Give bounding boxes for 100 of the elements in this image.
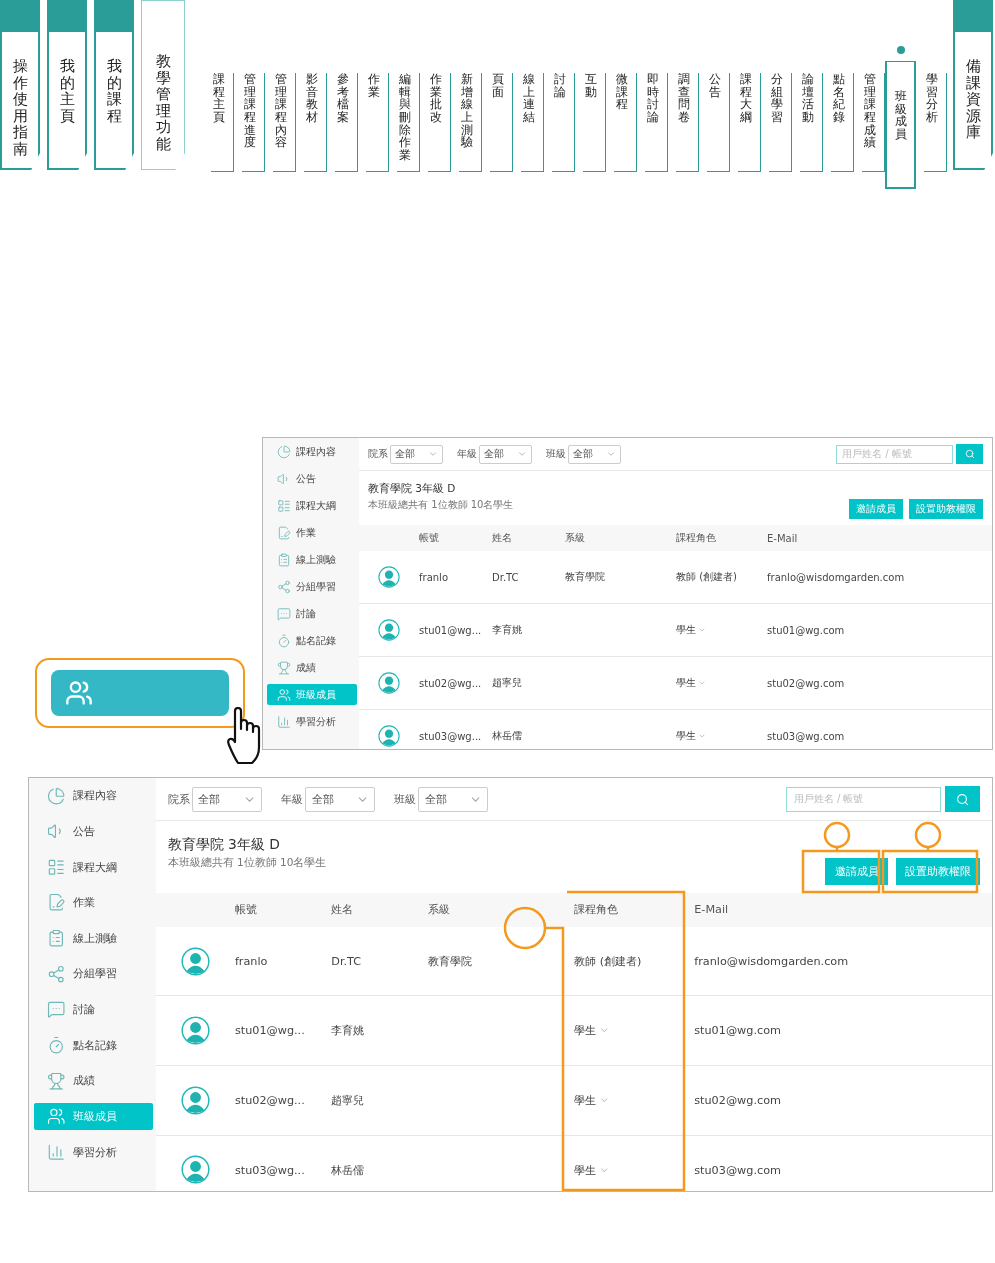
menu-item[interactable]: 頁面 <box>490 73 513 172</box>
sidebar-item[interactable]: 點名記錄 <box>267 630 357 651</box>
filter-dropdown[interactable]: 全部 <box>305 786 376 812</box>
sidebar-item[interactable]: 課程內容 <box>34 781 154 810</box>
menu-item-label: 新增線上測驗 <box>461 73 473 149</box>
filter-label: 院系 <box>368 447 388 461</box>
menu-item[interactable]: 編輯與刪除作業 <box>397 73 420 172</box>
role-dropdown[interactable]: 學生 <box>574 1092 610 1108</box>
people-icon <box>47 1107 66 1126</box>
filter-dropdown[interactable]: 全部 <box>192 786 263 812</box>
menu-item[interactable]: 作業批改 <box>428 73 451 172</box>
search-button[interactable] <box>956 444 983 464</box>
menu-item[interactable]: 公告 <box>707 73 730 172</box>
menu-item[interactable]: 管理課程進度 <box>242 73 265 172</box>
sidebar-item[interactable]: 學習分析 <box>34 1138 154 1166</box>
sidebar-item[interactable]: 線上測驗 <box>34 924 154 953</box>
name-cell: Dr.TC <box>492 571 519 583</box>
menu-item[interactable]: 管理課程內容 <box>273 73 296 172</box>
department-cell: 教育學院 <box>427 953 472 969</box>
filter-label: 年級 <box>280 791 303 807</box>
menu-item[interactable]: 線上連結 <box>521 73 544 172</box>
menu-item[interactable]: 分組學習 <box>769 73 792 172</box>
sidebar-item[interactable]: 學習分析 <box>267 711 357 732</box>
account-cell: franlo <box>419 571 448 583</box>
section-tab[interactable]: 我的課程 <box>94 0 134 170</box>
name-cell: 李育姚 <box>331 1023 365 1039</box>
section-tab[interactable]: 教學管理功能 <box>141 0 185 170</box>
column-header: 帳號 <box>419 531 440 545</box>
menu-item[interactable]: 參考檔案 <box>335 73 358 172</box>
menu-item[interactable]: 課程主頁 <box>211 73 234 172</box>
pie-chart-icon <box>47 786 66 806</box>
sidebar-item[interactable]: 成績 <box>267 657 357 678</box>
sidebar-item[interactable]: 成績 <box>34 1066 154 1095</box>
menu-item-label: 班級成員 <box>894 90 907 143</box>
search-icon <box>955 792 969 806</box>
section-tab[interactable]: 我的主頁 <box>47 0 87 170</box>
menu-item[interactable]: 互動 <box>583 73 606 172</box>
role-dropdown[interactable]: 學生 <box>676 676 706 690</box>
filter-dropdown[interactable]: 全部 <box>568 444 621 464</box>
search-button[interactable] <box>944 785 981 813</box>
menu-item[interactable]: 調查問卷 <box>676 73 699 172</box>
menu-item[interactable]: 作業 <box>366 73 389 172</box>
section-tab[interactable]: 備課資源庫 <box>953 0 993 170</box>
chevron-icon <box>698 626 706 634</box>
sidebar-item[interactable]: 公告 <box>34 817 154 846</box>
sidebar-item[interactable]: 公告 <box>267 468 357 489</box>
sidebar-item[interactable]: 課程大綱 <box>267 495 357 516</box>
section-label: 教學管理功能 <box>155 53 171 152</box>
sidebar-item[interactable]: 課程大綱 <box>34 853 154 881</box>
chevron-icon <box>428 449 438 459</box>
class-summary: 本班級總共有 1位教師 10名學生 <box>167 856 327 871</box>
filter-dropdown[interactable]: 全部 <box>479 444 532 464</box>
menu-item[interactable]: 討論 <box>552 73 575 172</box>
email-cell: stu02@wg.com <box>767 677 845 689</box>
tab-header-bar <box>94 0 134 32</box>
menu-item[interactable]: 論壇活動 <box>800 73 823 172</box>
filter-dropdown[interactable]: 全部 <box>390 444 443 464</box>
menu-item[interactable]: 點名紀錄 <box>831 73 854 172</box>
column-header: 課程角色 <box>574 902 620 918</box>
section-label: 操作使用指南 <box>12 58 28 157</box>
email-cell: stu03@wg.com <box>767 730 845 742</box>
menu-item[interactable]: 新增線上測驗 <box>459 73 482 172</box>
role-dropdown[interactable]: 學生 <box>676 623 706 637</box>
role-dropdown[interactable]: 學生 <box>574 1023 610 1039</box>
account-cell: stu02@wg... <box>419 677 482 689</box>
menu-item-label: 學習分析 <box>926 73 938 124</box>
name-cell: 林岳儒 <box>492 729 522 743</box>
account-cell: stu03@wg... <box>234 1163 305 1177</box>
sidebar-item[interactable]: 討論 <box>267 603 357 624</box>
menu-item[interactable]: 管理課程成績 <box>862 73 885 172</box>
filter-dropdown[interactable]: 全部 <box>418 786 489 812</box>
menu-item-label: 公告 <box>709 73 721 99</box>
sidebar-item[interactable]: 課程內容 <box>267 441 357 462</box>
chevron-icon <box>517 449 527 459</box>
menu-item[interactable]: 學習分析 <box>924 73 947 172</box>
menu-item[interactable]: 課程大綱 <box>738 73 761 172</box>
section-tab[interactable]: 操作使用指南 <box>0 0 40 170</box>
column-header: 系級 <box>427 902 451 918</box>
role-dropdown[interactable]: 學生 <box>574 1162 610 1178</box>
role-dropdown[interactable]: 學生 <box>676 729 706 743</box>
column-header: 姓名 <box>492 531 513 545</box>
department-cell: 教育學院 <box>565 570 605 584</box>
sidebar-item[interactable]: 分組學習 <box>267 576 357 597</box>
pie-chart-icon <box>277 444 291 459</box>
sidebar-item[interactable]: 討論 <box>34 995 154 1024</box>
sidebar-item[interactable]: 作業 <box>267 522 357 543</box>
class-title: 教育學院 3年級 D <box>368 482 457 496</box>
sidebar-item[interactable]: 分組學習 <box>34 960 154 988</box>
sidebar-item[interactable]: 線上測驗 <box>267 549 357 570</box>
section-label: 備課資源庫 <box>965 58 981 141</box>
menu-item[interactable]: 即時討論 <box>645 73 668 172</box>
menu-item-label: 課程大綱 <box>740 73 752 124</box>
list-icon <box>277 498 291 513</box>
menu-item[interactable]: 微課程 <box>614 73 637 172</box>
sidebar-item[interactable]: 點名記錄 <box>34 1031 154 1060</box>
name-cell: 李育姚 <box>492 623 522 637</box>
menu-item[interactable]: 影音教材 <box>304 73 327 172</box>
sidebar-item[interactable]: 作業 <box>34 888 154 917</box>
tab-header-bar <box>0 0 40 32</box>
trophy-icon <box>277 660 291 675</box>
